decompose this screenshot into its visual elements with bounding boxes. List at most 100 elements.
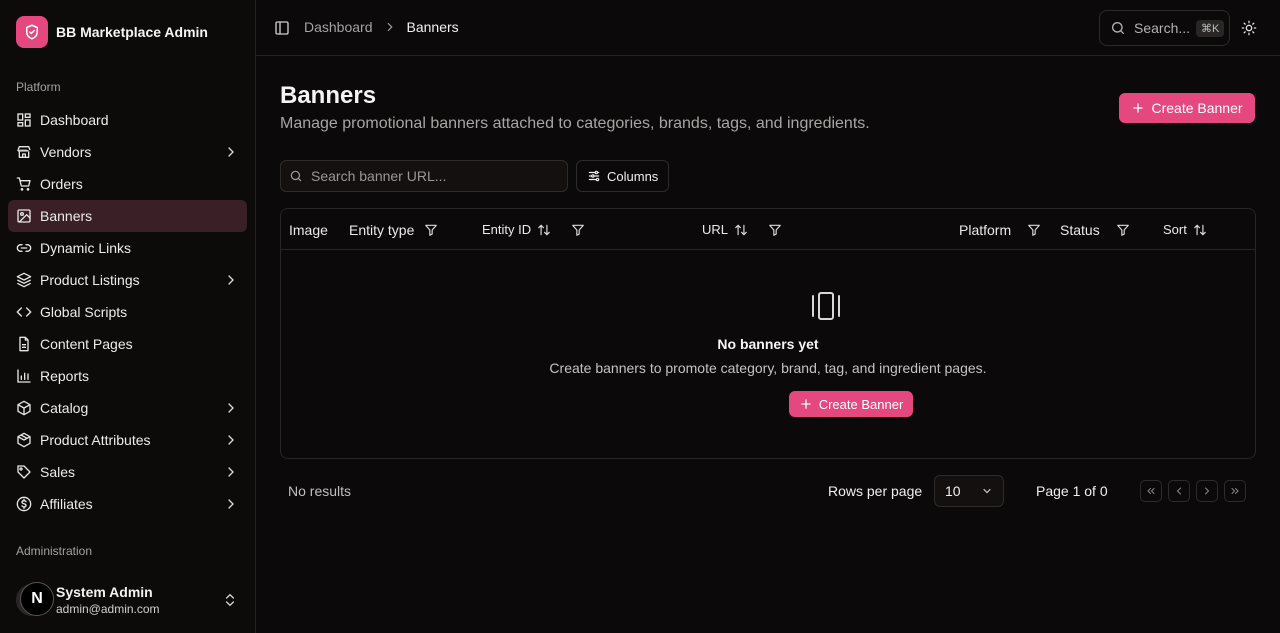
sliders-icon <box>587 169 601 183</box>
filter-icon[interactable] <box>1027 223 1041 237</box>
banner-search-input[interactable] <box>311 168 551 184</box>
filter-icon[interactable] <box>768 223 782 237</box>
rows-per-page-value: 10 <box>945 483 961 499</box>
app-name: BB Marketplace Admin <box>56 24 208 40</box>
empty-state-title: No banners yet <box>717 336 819 352</box>
global-search-label: Search... <box>1134 20 1191 36</box>
column-label: URL <box>702 222 729 237</box>
sidebar-item-label: Global Scripts <box>40 304 128 320</box>
table-header: Image Entity type Entity ID URL Platform… <box>281 209 1255 250</box>
column-label: Sort <box>1163 222 1187 237</box>
column-header-entity-id[interactable]: Entity ID <box>482 209 585 250</box>
filter-icon[interactable] <box>571 223 585 237</box>
gallery-icon <box>810 290 842 322</box>
chevron-right-icon <box>223 272 239 288</box>
rows-per-page-label: Rows per page <box>828 483 923 499</box>
sidebar-toggle-icon[interactable] <box>274 20 290 36</box>
results-count: No results <box>288 483 352 499</box>
sidebar-item-label: Vendors <box>40 144 92 160</box>
column-header-entity-type[interactable]: Entity type <box>349 209 438 250</box>
column-header-sort[interactable]: Sort <box>1163 209 1207 250</box>
chevron-left-icon <box>1176 487 1181 495</box>
store-icon <box>16 144 32 160</box>
previous-page-button[interactable] <box>1168 480 1190 502</box>
tag-icon <box>16 464 32 480</box>
global-search-button[interactable]: Search... ⌘K <box>1099 10 1230 46</box>
first-page-button[interactable] <box>1140 480 1162 502</box>
sidebar-item-product-attributes[interactable]: Product Attributes <box>8 424 247 456</box>
sun-icon[interactable] <box>1241 20 1257 36</box>
sidebar-item-global-scripts[interactable]: Global Scripts <box>8 296 247 328</box>
empty-state-description: Create banners to promote category, bran… <box>549 360 987 376</box>
column-header-status[interactable]: Status <box>1060 209 1130 250</box>
search-shortcut: ⌘K <box>1196 19 1225 37</box>
column-header-platform[interactable]: Platform <box>959 209 1041 250</box>
chevron-right-icon <box>383 20 397 34</box>
breadcrumb: Dashboard Banners <box>304 19 459 35</box>
link-icon <box>16 240 32 256</box>
sidebar-item-reports[interactable]: Reports <box>8 360 247 392</box>
page-subtitle: Manage promotional banners attached to c… <box>280 115 870 132</box>
chevrons-left-icon <box>1147 488 1155 494</box>
sidebar-item-content-pages[interactable]: Content Pages <box>8 328 247 360</box>
sidebar-item-dashboard[interactable]: Dashboard <box>8 104 247 136</box>
columns-label: Columns <box>607 168 659 184</box>
sort-icon[interactable] <box>537 223 551 237</box>
page-info: Page 1 of 0 <box>1036 483 1108 499</box>
last-page-button[interactable] <box>1224 480 1246 502</box>
package-icon <box>16 432 32 448</box>
brand[interactable]: BB Marketplace Admin <box>16 16 208 48</box>
sidebar-item-sales[interactable]: Sales <box>8 456 247 488</box>
chevron-right-icon <box>223 464 239 480</box>
administration-group-label: Administration <box>16 544 93 558</box>
plus-icon <box>1131 101 1145 115</box>
sidebar-item-orders[interactable]: Orders <box>8 168 247 200</box>
chevrons-right-icon <box>1231 488 1239 494</box>
column-label: Status <box>1060 221 1100 238</box>
rows-per-page-select[interactable]: 10 <box>934 475 1004 507</box>
sidebar-item-banners[interactable]: Banners <box>8 200 247 232</box>
sidebar-item-label: Catalog <box>40 400 89 416</box>
image-icon <box>16 208 32 224</box>
column-header-image: Image <box>289 209 328 250</box>
columns-button[interactable]: Columns <box>576 160 669 192</box>
column-header-url[interactable]: URL <box>702 209 782 250</box>
create-banner-button[interactable]: Create Banner <box>1119 93 1255 123</box>
user-email: admin@admin.com <box>56 602 160 616</box>
filter-icon[interactable] <box>1116 223 1130 237</box>
next-page-button[interactable] <box>1196 480 1218 502</box>
shield-icon <box>16 16 48 48</box>
chevron-right-icon <box>223 144 239 160</box>
breadcrumb-dashboard-link[interactable]: Dashboard <box>304 19 373 35</box>
sidebar-item-label: Affiliates <box>40 496 93 512</box>
sidebar-item-label: Content Pages <box>40 336 133 352</box>
user-menu[interactable]: N System Admin admin@admin.com <box>16 576 240 624</box>
box-icon <box>16 400 32 416</box>
user-name: System Admin <box>56 584 153 600</box>
sidebar-item-dynamic-links[interactable]: Dynamic Links <box>8 232 247 264</box>
banner-search-field[interactable] <box>280 160 568 192</box>
column-label: Entity type <box>349 221 415 238</box>
sidebar-item-label: Dynamic Links <box>40 240 132 256</box>
sort-icon[interactable] <box>1193 223 1207 237</box>
topbar: Dashboard Banners Search... ⌘K <box>256 0 1280 56</box>
filter-icon[interactable] <box>424 223 438 237</box>
sidebar: BB Marketplace Admin Platform Dashboard … <box>0 0 256 633</box>
platform-group-label: Platform <box>16 80 61 94</box>
sidebar-item-vendors[interactable]: Vendors <box>8 136 247 168</box>
empty-create-banner-button[interactable]: Create Banner <box>789 391 913 417</box>
search-icon <box>1110 20 1126 36</box>
sidebar-item-affiliates[interactable]: Affiliates <box>8 488 247 520</box>
layers-icon <box>16 272 32 288</box>
column-label: Image <box>289 221 328 238</box>
sort-icon[interactable] <box>734 223 748 237</box>
chart-icon <box>16 368 32 384</box>
sidebar-item-label: Sales <box>40 464 76 480</box>
sidebar-item-product-listings[interactable]: Product Listings <box>8 264 247 296</box>
chevron-right-icon <box>223 432 239 448</box>
sidebar-item-catalog[interactable]: Catalog <box>8 392 247 424</box>
banners-table: Image Entity type Entity ID URL Platform… <box>280 208 1256 459</box>
sidebar-item-label: Dashboard <box>40 112 109 128</box>
chevron-right-icon <box>1205 487 1210 495</box>
column-label: Entity ID <box>482 222 532 237</box>
